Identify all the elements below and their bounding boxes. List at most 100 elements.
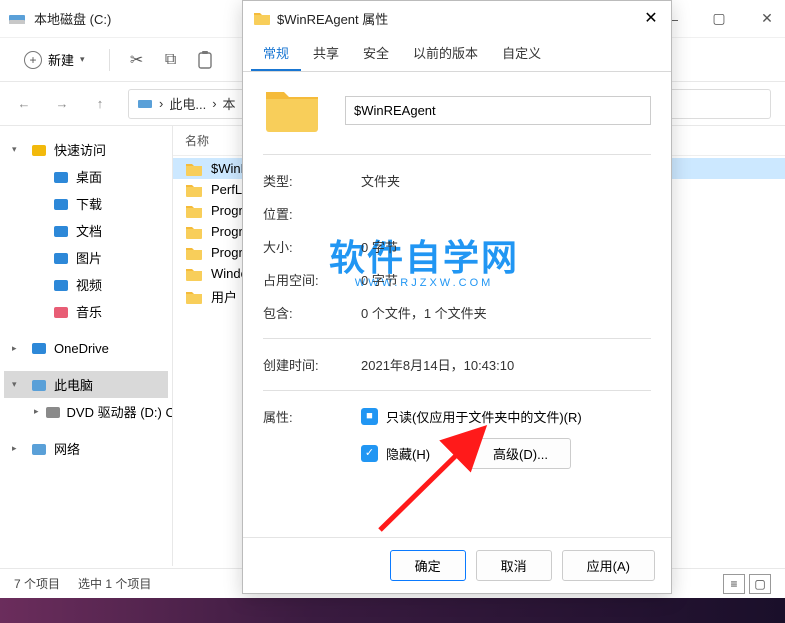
dialog-buttons: 确定 取消 应用(A) [243, 537, 671, 593]
sidebar-item-4[interactable]: 图片 [4, 244, 168, 271]
paste-icon[interactable] [192, 47, 218, 73]
readonly-label: 只读(仅应用于文件夹中的文件)(R) [386, 407, 582, 426]
view-grid-button[interactable]: ▢ [749, 574, 771, 594]
plus-icon: + [24, 51, 42, 69]
up-arrow-icon[interactable]: ↑ [90, 94, 110, 114]
cancel-button[interactable]: 取消 [476, 550, 552, 581]
sidebar-item-1[interactable]: 桌面 [4, 163, 168, 190]
checkbox-mixed-icon: ■ [361, 408, 378, 425]
sidebar-item-label: 视频 [76, 275, 102, 294]
drive-small-icon [137, 96, 153, 112]
sidebar-item-6[interactable]: 音乐 [4, 298, 168, 325]
item-count: 7 个项目 [14, 575, 60, 592]
picture-icon [52, 249, 70, 267]
attributes-label: 属性: [263, 407, 351, 426]
chevron-icon: ▸ [12, 343, 24, 354]
bc-drive: 本 [223, 94, 236, 113]
folder-icon [253, 11, 271, 25]
hidden-checkbox[interactable]: ✓ 隐藏(H) [361, 444, 430, 463]
dialog-title: $WinREAgent 属性 [277, 9, 641, 28]
file-name: 用户 [211, 287, 237, 306]
folder-icon [185, 225, 203, 239]
dialog-tabs: 常规共享安全以前的版本自定义 [243, 35, 671, 72]
contains-label: 包含: [263, 303, 351, 322]
sidebar-item-label: 图片 [76, 248, 102, 267]
folder-icon [185, 290, 203, 304]
chevron-icon: ▾ [12, 379, 24, 390]
tab-以前的版本[interactable]: 以前的版本 [401, 35, 490, 71]
separator [109, 49, 110, 71]
back-arrow-icon[interactable]: ← [14, 94, 34, 114]
download-icon [52, 195, 70, 213]
new-button[interactable]: + 新建 ▾ [14, 46, 95, 73]
sidebar-item-10[interactable]: ▾ 此电脑 [4, 371, 168, 398]
sidebar-item-13[interactable]: ▸ 网络 [4, 435, 168, 462]
tab-自定义[interactable]: 自定义 [490, 35, 553, 71]
big-folder-icon [263, 86, 321, 134]
size-value: 0 字节 [361, 237, 651, 256]
folder-icon [185, 267, 203, 281]
music-icon [52, 303, 70, 321]
sidebar-item-label: DVD 驱动器 (D:) CP [67, 402, 172, 421]
drive-icon [8, 10, 26, 28]
sidebar-item-label: 下载 [76, 194, 102, 213]
sidebar-item-label: OneDrive [54, 341, 109, 356]
type-label: 类型: [263, 171, 351, 190]
close-button-explorer[interactable]: ✕ [757, 9, 777, 29]
bc-sep-2: › [212, 96, 216, 111]
created-value: 2021年8月14日，10:43:10 [361, 355, 651, 374]
star-icon [30, 141, 48, 159]
folder-icon [185, 246, 203, 260]
chevron-down-icon: ▾ [80, 54, 85, 65]
sidebar: ▾快速访问桌面下载文档图片视频音乐▸OneDrive▾此电脑▸DVD 驱动器 (… [0, 126, 172, 566]
usage-value: 0 字节 [361, 270, 651, 289]
sidebar-item-label: 网络 [54, 439, 80, 458]
sidebar-item-2[interactable]: 下载 [4, 190, 168, 217]
folder-name-input[interactable] [345, 96, 651, 125]
taskbar [0, 598, 785, 623]
copy-icon[interactable]: ⧉ [158, 47, 184, 73]
bc-sep: › [159, 96, 163, 111]
new-label: 新建 [48, 50, 74, 69]
sidebar-item-11[interactable]: ▸DVD 驱动器 (D:) CP [4, 398, 168, 425]
sidebar-item-label: 快速访问 [54, 140, 106, 159]
doc-icon [52, 222, 70, 240]
sidebar-item-0[interactable]: ▾ 快速访问 [4, 136, 168, 163]
cut-icon[interactable]: ✂ [124, 47, 150, 73]
contains-value: 0 个文件，1 个文件夹 [361, 303, 651, 322]
properties-dialog: $WinREAgent 属性 ✕ 常规共享安全以前的版本自定义 软件自学网 WW… [242, 0, 672, 594]
tab-安全[interactable]: 安全 [351, 35, 401, 71]
chevron-icon: ▸ [34, 406, 39, 417]
sidebar-item-label: 桌面 [76, 167, 102, 186]
type-value: 文件夹 [361, 171, 651, 190]
hidden-label: 隐藏(H) [386, 444, 430, 463]
sidebar-item-5[interactable]: 视频 [4, 271, 168, 298]
size-label: 大小: [263, 237, 351, 256]
ok-button[interactable]: 确定 [390, 550, 466, 581]
cloud-icon [30, 339, 48, 357]
sidebar-item-8[interactable]: ▸ OneDrive [4, 335, 168, 361]
usage-label: 占用空间: [263, 270, 351, 289]
chevron-icon: ▾ [12, 144, 24, 155]
readonly-checkbox[interactable]: ■ 只读(仅应用于文件夹中的文件)(R) [361, 407, 651, 426]
sidebar-item-label: 此电脑 [54, 375, 93, 394]
forward-arrow-icon[interactable]: → [52, 94, 72, 114]
view-details-button[interactable]: ≡ [723, 574, 745, 594]
dialog-body: 软件自学网 WWW.RJZXW.COM 类型: 文件夹 位置: 大小: 0 字节… [243, 72, 671, 537]
video-icon [52, 276, 70, 294]
sidebar-item-3[interactable]: 文档 [4, 217, 168, 244]
maximize-button[interactable]: ▢ [709, 9, 729, 29]
tab-常规[interactable]: 常规 [251, 35, 301, 71]
desktop-icon [52, 168, 70, 186]
network-icon [30, 440, 48, 458]
tab-共享[interactable]: 共享 [301, 35, 351, 71]
apply-button[interactable]: 应用(A) [562, 550, 655, 581]
chevron-icon: ▸ [12, 443, 24, 454]
dialog-close-button[interactable]: ✕ [641, 8, 661, 28]
bc-pc: 此电... [169, 94, 206, 113]
pc-icon [30, 376, 48, 394]
selected-count: 选中 1 个项目 [78, 575, 151, 592]
advanced-button[interactable]: 高级(D)... [470, 438, 571, 469]
folder-icon [185, 183, 203, 197]
sidebar-item-label: 文档 [76, 221, 102, 240]
